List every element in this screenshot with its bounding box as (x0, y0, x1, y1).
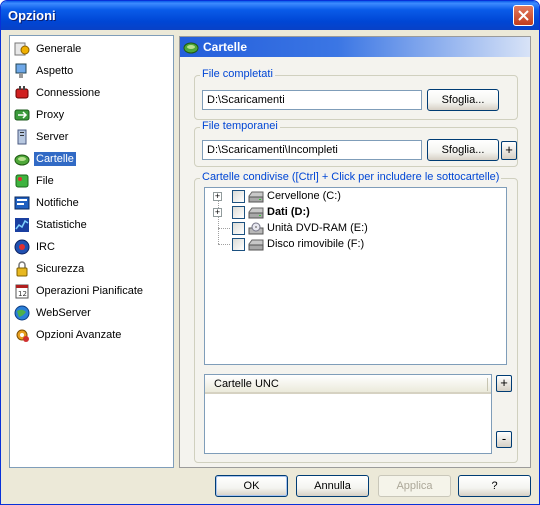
folders-icon (183, 42, 199, 54)
options-window: Opzioni Generale Aspetto Connessione Pro… (0, 0, 540, 505)
removable-drive-icon (248, 239, 264, 251)
folders-icon (14, 154, 30, 166)
sidebar-item-operazioni-pianificate[interactable]: 12 Operazioni Pianificate (13, 281, 171, 301)
tree-item-drive-f[interactable]: Disco rimovibile (F:) (205, 237, 505, 253)
sidebar-item-webserver[interactable]: WebServer (13, 303, 171, 323)
window-title: Opzioni (8, 8, 56, 23)
sidebar-item-label: Statistiche (36, 219, 87, 231)
sidebar-item-server[interactable]: Server (13, 127, 171, 147)
drive-label: Dati (D:) (267, 206, 310, 218)
server-icon (17, 129, 27, 145)
dvd-drive-icon (248, 222, 264, 235)
sidebar-item-label: Server (36, 131, 69, 143)
security-icon (16, 261, 28, 277)
column-separator (487, 378, 488, 391)
close-button[interactable] (513, 5, 534, 26)
panel-title: Cartelle (203, 40, 248, 54)
drive-label: Unità DVD-RAM (E:) (267, 222, 368, 234)
completed-folder-field[interactable]: D:\Scaricamenti (202, 90, 422, 110)
sidebar-item-label: Operazioni Pianificate (36, 285, 144, 297)
panel-header: Cartelle (180, 37, 530, 57)
shared-folders-tree[interactable]: + Cervellone (C:) + Dati (D:) Unità DVD-… (204, 187, 507, 365)
unc-folders-list[interactable]: Cartelle UNC (204, 374, 492, 454)
expand-icon[interactable]: + (213, 208, 222, 217)
sidebar-item-label: WebServer (36, 307, 91, 319)
webserver-icon (14, 305, 30, 321)
sidebar-item-file[interactable]: File (13, 171, 171, 191)
sidebar-item-label: Sicurezza (36, 263, 85, 275)
add-unc-button[interactable]: + (496, 375, 512, 392)
shared-folders-title: Cartelle condivise ([Ctrl] + Click per i… (200, 171, 502, 183)
sidebar-item-aspetto[interactable]: Aspetto (13, 61, 171, 81)
statistics-icon (15, 218, 29, 232)
tree-item-drive-d[interactable]: + Dati (D:) (205, 205, 505, 221)
hard-drive-icon (248, 207, 264, 219)
sidebar-item-connessione[interactable]: Connessione (13, 83, 171, 103)
close-icon (518, 10, 529, 21)
svg-text:12: 12 (18, 290, 27, 298)
sidebar-item-notifiche[interactable]: Notifiche (13, 193, 171, 213)
title-bar[interactable]: Opzioni (1, 1, 539, 30)
advanced-options-icon (16, 329, 29, 342)
drive-checkbox[interactable] (232, 190, 245, 203)
drive-label: Disco rimovibile (F:) (267, 238, 365, 250)
sidebar-item-label: File (36, 175, 54, 187)
sidebar-item-label: Notifiche (36, 197, 79, 209)
scheduler-icon: 12 (15, 284, 29, 299)
tree-item-drive-e[interactable]: Unità DVD-RAM (E:) (205, 221, 505, 237)
options-category-list[interactable]: Generale Aspetto Connessione Proxy Serve… (9, 35, 174, 468)
sidebar-item-opzioni-avanzate[interactable]: Opzioni Avanzate (13, 325, 171, 345)
tree-item-drive-c[interactable]: + Cervellone (C:) (205, 189, 505, 205)
general-icon (14, 42, 30, 56)
add-temp-folder-button[interactable]: + (501, 141, 517, 160)
sidebar-item-irc[interactable]: IRC (13, 237, 171, 257)
irc-icon (14, 239, 30, 255)
unc-column-header[interactable]: Cartelle UNC (205, 375, 491, 394)
drive-checkbox[interactable] (232, 222, 245, 235)
expand-icon[interactable]: + (213, 192, 222, 201)
drive-checkbox[interactable] (232, 206, 245, 219)
appearance-icon (15, 63, 27, 78)
sidebar-item-proxy[interactable]: Proxy (13, 105, 171, 125)
sidebar-item-label: IRC (36, 241, 55, 253)
sidebar-item-generale[interactable]: Generale (13, 39, 171, 59)
remove-unc-button[interactable]: - (496, 431, 512, 448)
completed-files-title: File completati (200, 68, 275, 80)
sidebar-item-label: Opzioni Avanzate (36, 329, 122, 341)
notifications-icon (14, 196, 30, 210)
sidebar-item-sicurezza[interactable]: Sicurezza (13, 259, 171, 279)
sidebar-item-label: Generale (36, 43, 82, 55)
sidebar-item-label: Proxy (36, 109, 65, 121)
sidebar-item-cartelle[interactable]: Cartelle (13, 149, 171, 169)
connection-icon (15, 86, 29, 99)
temp-folder-field[interactable]: D:\Scaricamenti\Incompleti (202, 140, 422, 160)
ok-button[interactable]: OK (215, 475, 288, 497)
sidebar-item-label: Cartelle (34, 152, 76, 166)
proxy-icon (14, 109, 30, 121)
unc-header-label: Cartelle UNC (214, 378, 279, 390)
file-icon (15, 174, 29, 188)
drive-label: Cervellone (C:) (267, 190, 341, 202)
temp-files-title: File temporanei (200, 120, 280, 132)
sidebar-item-label: Connessione (36, 87, 101, 99)
apply-button[interactable]: Applica (378, 475, 451, 497)
sidebar-item-label: Aspetto (36, 65, 74, 77)
cancel-button[interactable]: Annulla (296, 475, 369, 497)
sidebar-item-statistiche[interactable]: Statistiche (13, 215, 171, 235)
hard-drive-icon (248, 191, 264, 203)
completed-browse-button[interactable]: Sfoglia... (427, 89, 499, 111)
drive-checkbox[interactable] (232, 238, 245, 251)
temp-browse-button[interactable]: Sfoglia... (427, 139, 499, 161)
help-button[interactable]: ? (458, 475, 531, 497)
